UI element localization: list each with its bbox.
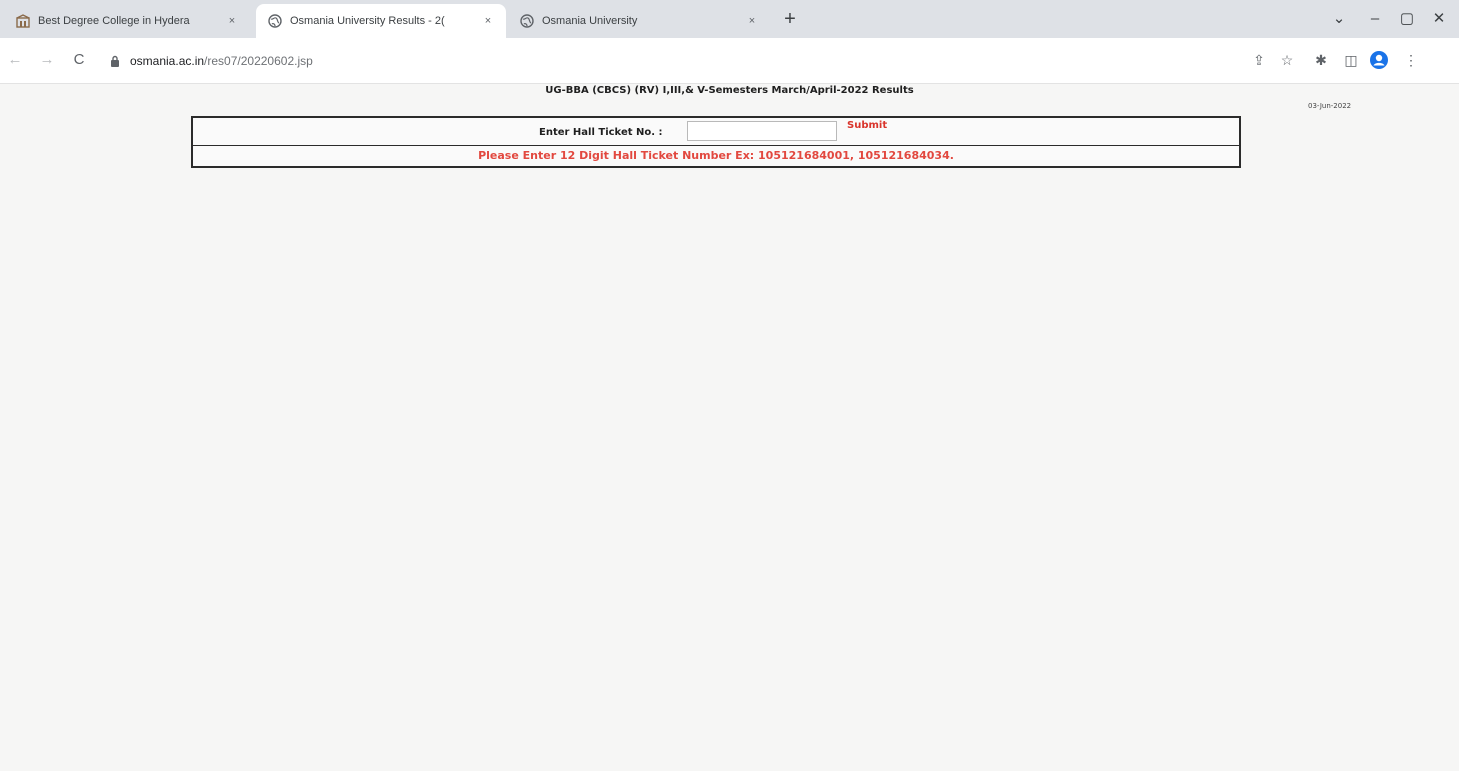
tab-title: Best Degree College in Hydera: [38, 15, 190, 27]
close-tab-icon[interactable]: ×: [744, 13, 760, 29]
close-tab-icon[interactable]: ×: [224, 13, 240, 29]
new-tab-button[interactable]: +: [778, 8, 802, 32]
hall-ticket-label: Enter Hall Ticket No. :: [539, 127, 663, 138]
tab-title: Osmania University Results - 2(: [290, 15, 445, 27]
hall-ticket-hint: Please Enter 12 Digit Hall Ticket Number…: [478, 149, 954, 162]
restore-icon[interactable]: ▢: [1392, 6, 1422, 32]
tab-title: Osmania University: [542, 15, 638, 27]
tab-search-icon[interactable]: ⌄: [1324, 6, 1354, 32]
minimize-icon[interactable]: –: [1360, 6, 1390, 32]
browser-menu-icon[interactable]: ⋮: [1400, 49, 1422, 71]
globe-icon: [268, 14, 282, 28]
address-bar[interactable]: osmania.ac.in/res07/20220602.jsp: [108, 47, 1228, 75]
address-path: /res07/20220602.jsp: [204, 54, 313, 68]
extensions-icon[interactable]: ✱: [1310, 49, 1332, 71]
forward-icon[interactable]: →: [36, 49, 58, 71]
tab-best-degree-college[interactable]: Best Degree College in Hydera ×: [4, 4, 250, 38]
close-window-icon[interactable]: ✕: [1424, 6, 1454, 32]
lock-icon[interactable]: [108, 54, 122, 68]
reload-icon[interactable]: C: [68, 49, 90, 71]
back-icon[interactable]: ←: [4, 49, 26, 71]
tab-strip: Best Degree College in Hydera × Osmania …: [0, 0, 1459, 38]
share-icon[interactable]: ⇪: [1248, 49, 1270, 71]
college-crest-icon: [16, 14, 30, 28]
profile-avatar-icon[interactable]: [1368, 49, 1390, 71]
submit-button[interactable]: Submit: [847, 120, 887, 131]
hall-ticket-form: Enter Hall Ticket No. : Submit Please En…: [191, 116, 1241, 168]
browser-toolbar: ← → C osmania.ac.in/res07/20220602.jsp ⇪…: [0, 38, 1459, 84]
bookmark-star-icon[interactable]: ☆: [1276, 49, 1298, 71]
globe-icon: [520, 14, 534, 28]
page-date: 03-Jun-2022: [1308, 102, 1352, 110]
side-panel-icon[interactable]: ◫: [1340, 49, 1362, 71]
tab-osmania-results[interactable]: Osmania University Results - 2( ×: [256, 4, 506, 38]
hall-ticket-input[interactable]: [687, 121, 837, 141]
close-tab-icon[interactable]: ×: [480, 13, 496, 29]
tab-osmania-university[interactable]: Osmania University ×: [508, 4, 770, 38]
page-title: UG-BBA (CBCS) (RV) I,III,& V-Semesters M…: [545, 85, 914, 96]
address-domain: osmania.ac.in: [130, 54, 205, 68]
page-viewport: UG-BBA (CBCS) (RV) I,III,& V-Semesters M…: [0, 84, 1459, 771]
hall-ticket-entry-row: Enter Hall Ticket No. : Submit: [193, 118, 1239, 146]
